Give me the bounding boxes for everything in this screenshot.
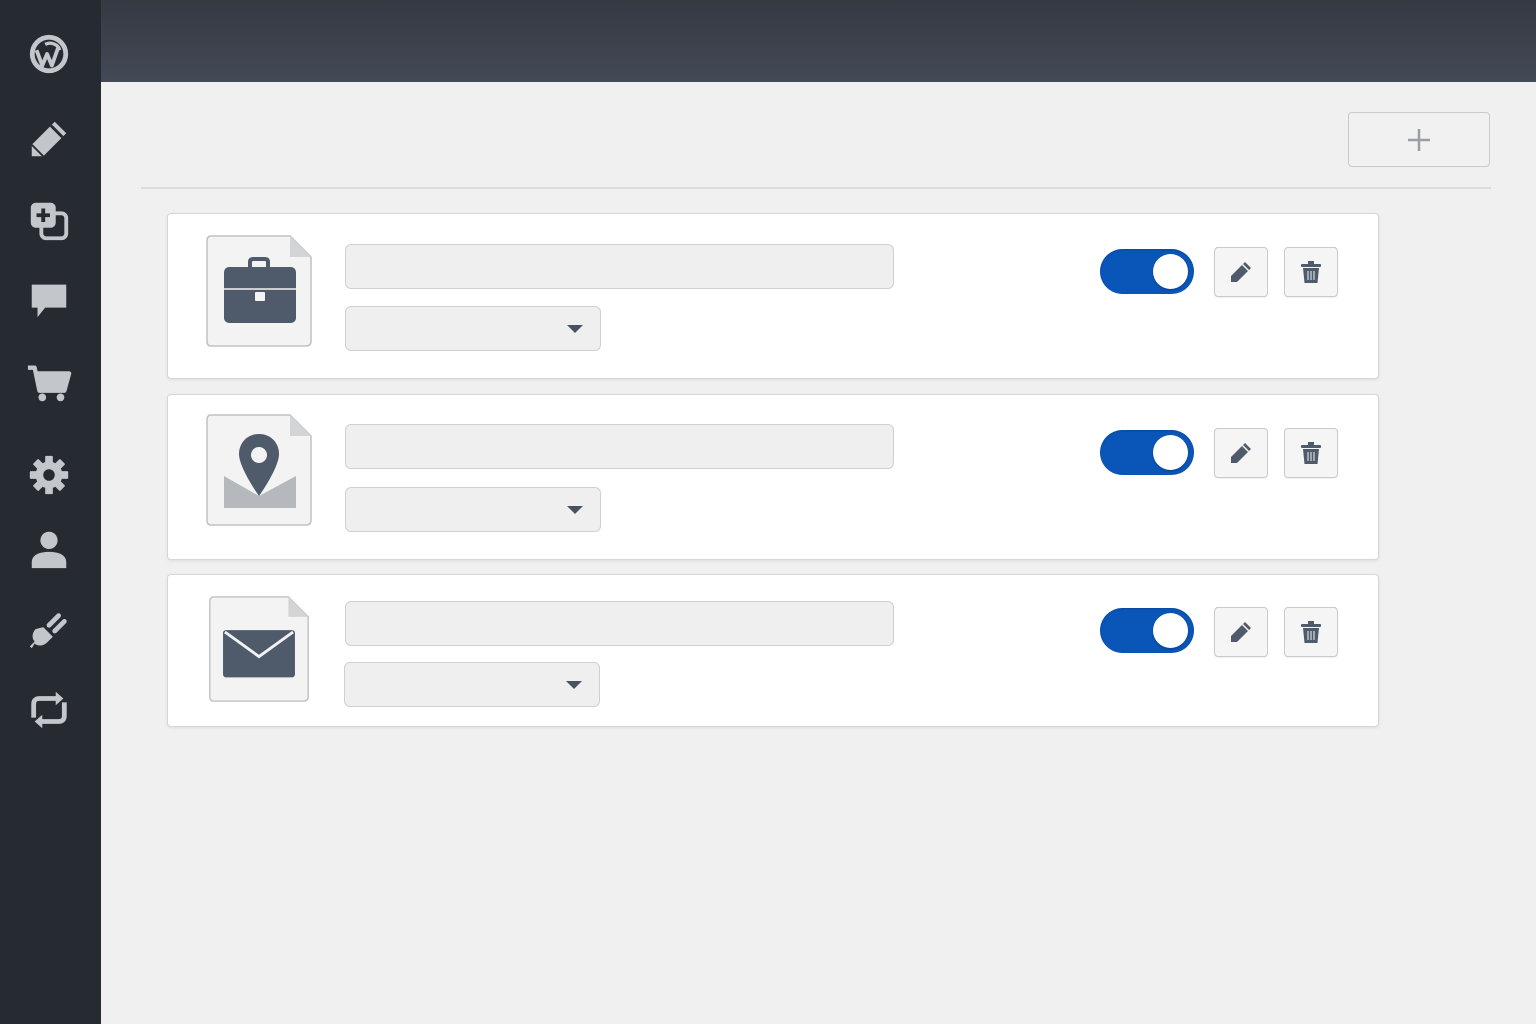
delete-button[interactable] bbox=[1284, 247, 1338, 297]
type-select[interactable] bbox=[345, 306, 601, 351]
plug-icon bbox=[29, 613, 67, 649]
sidebar-item-wordpress[interactable] bbox=[18, 23, 80, 85]
envelope-icon bbox=[223, 630, 295, 678]
trash-icon bbox=[1301, 621, 1321, 643]
enabled-toggle[interactable] bbox=[1100, 430, 1194, 475]
gear-icon bbox=[29, 455, 69, 495]
top-bar bbox=[101, 0, 1536, 82]
sidebar-item-users[interactable] bbox=[18, 518, 80, 580]
refresh-icon bbox=[31, 691, 67, 729]
admin-sidebar bbox=[0, 0, 101, 1024]
trash-icon bbox=[1301, 442, 1321, 464]
chevron-down-icon bbox=[567, 506, 583, 514]
sidebar-item-shop[interactable] bbox=[18, 352, 80, 414]
name-field[interactable] bbox=[345, 424, 894, 469]
name-field[interactable] bbox=[345, 244, 894, 289]
type-select[interactable] bbox=[345, 487, 601, 532]
chevron-down-icon bbox=[567, 325, 583, 333]
delete-button[interactable] bbox=[1284, 428, 1338, 478]
pencil-icon bbox=[1231, 622, 1251, 642]
comment-icon bbox=[31, 284, 67, 318]
file-thumbnail bbox=[206, 596, 312, 708]
file-thumbnail bbox=[206, 235, 312, 347]
trash-icon bbox=[1301, 261, 1321, 283]
toggle-knob bbox=[1153, 613, 1188, 648]
pencil-icon bbox=[1231, 443, 1251, 463]
name-field[interactable] bbox=[345, 601, 894, 646]
edit-button[interactable] bbox=[1214, 607, 1268, 657]
sidebar-item-media[interactable] bbox=[18, 190, 80, 252]
sidebar-item-posts[interactable] bbox=[18, 108, 80, 170]
header-divider bbox=[141, 187, 1491, 189]
toggle-knob bbox=[1153, 435, 1188, 470]
list-item bbox=[167, 574, 1379, 727]
list-item bbox=[167, 213, 1379, 379]
briefcase-icon bbox=[224, 257, 296, 323]
sidebar-item-comments[interactable] bbox=[18, 269, 80, 331]
list-item bbox=[167, 394, 1379, 560]
pencil-icon bbox=[31, 121, 67, 157]
toggle-knob bbox=[1153, 254, 1188, 289]
media-icon bbox=[30, 202, 69, 241]
enabled-toggle[interactable] bbox=[1100, 249, 1194, 294]
add-new-button[interactable] bbox=[1348, 112, 1490, 167]
cart-icon bbox=[27, 365, 72, 402]
sidebar-item-plugins[interactable] bbox=[18, 600, 80, 662]
sidebar-item-settings[interactable] bbox=[18, 444, 80, 506]
file-thumbnail bbox=[206, 414, 312, 526]
edit-button[interactable] bbox=[1214, 428, 1268, 478]
type-select[interactable] bbox=[344, 662, 600, 707]
wordpress-logo-icon bbox=[29, 34, 69, 74]
chevron-down-icon bbox=[566, 681, 582, 689]
enabled-toggle[interactable] bbox=[1100, 608, 1194, 653]
edit-button[interactable] bbox=[1214, 247, 1268, 297]
pencil-icon bbox=[1231, 262, 1251, 282]
delete-button[interactable] bbox=[1284, 607, 1338, 657]
sidebar-item-updates[interactable] bbox=[18, 679, 80, 741]
plus-icon bbox=[1408, 128, 1430, 151]
user-icon bbox=[31, 531, 67, 569]
